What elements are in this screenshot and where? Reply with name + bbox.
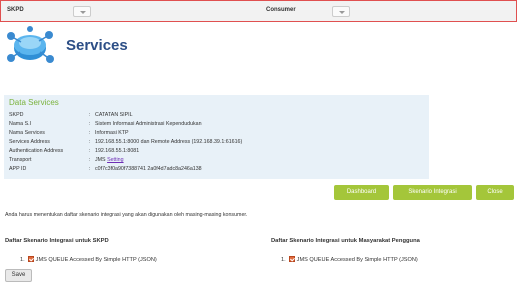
row-value: Sistem Informasi Administrasi Kependuduk… [95, 121, 202, 127]
consumer-select[interactable] [332, 6, 350, 17]
skpd-scenario-heading: Daftar Skenario Integrasi untuk SKPD [5, 238, 109, 244]
save-button[interactable]: Save [5, 269, 32, 282]
row-separator: : [89, 121, 91, 127]
masyarakat-scenario-item: 1. JMS QUEUE Accessed By Simple HTTP (JSO… [281, 256, 418, 263]
row-label: SKPD [9, 112, 24, 118]
item-label: JMS QUEUE Accessed By Simple HTTP (JSON) [296, 257, 418, 263]
row-separator: : [89, 130, 91, 136]
panel-title: Data Services [9, 98, 59, 107]
info-text: Anda harus menentukan daftar skenario in… [5, 212, 248, 218]
row-separator: : [89, 139, 91, 145]
row-label: APP ID [9, 166, 27, 172]
page-title: Services [66, 37, 128, 54]
network-services-icon [7, 26, 54, 63]
data-services-panel: Data Services SKPD : CATATAN SIPIL Nama … [4, 95, 429, 179]
row-label: Authentication Address [9, 148, 64, 154]
row-value: 192.168.55.1:8081 [95, 148, 140, 154]
row-separator: : [89, 148, 91, 154]
dashboard-button[interactable]: Dashboard [334, 185, 389, 200]
row-label: Services Address [9, 139, 50, 145]
row-value: JMS Setting [95, 157, 124, 163]
checkbox-checked[interactable] [27, 256, 34, 262]
skenario-integrasi-button[interactable]: Skenario Integrasi [393, 185, 472, 200]
skpd-select[interactable] [73, 6, 91, 17]
row-label: Nama S.I [9, 121, 32, 127]
filter-bar: SKPD Consumer [0, 0, 517, 22]
row-label: Transport [9, 157, 32, 163]
row-value: Informasi KTP [95, 130, 129, 136]
row-separator: : [89, 166, 91, 172]
skpd-filter-label: SKPD [7, 7, 24, 13]
consumer-filter-label: Consumer [266, 7, 296, 13]
close-button[interactable]: Close [476, 185, 514, 200]
row-value: CATATAN SIPIL [95, 112, 133, 118]
row-value: 192.168.55.1:8000 dan Remote Address (19… [95, 139, 243, 145]
transport-value: JMS [95, 157, 106, 163]
skpd-scenario-item: 1. JMS QUEUE Accessed By Simple HTTP (JSO… [20, 256, 157, 263]
item-number: 1. [281, 257, 286, 263]
row-label: Nama Services [9, 130, 45, 136]
row-value: c0f7c3f0a90f7388741 2a0f4d7adc8a246a138 [95, 166, 202, 172]
row-separator: : [89, 112, 91, 118]
setting-link[interactable]: Setting [107, 157, 124, 163]
item-label: JMS QUEUE Accessed By Simple HTTP (JSON) [35, 257, 157, 263]
checkbox-checked[interactable] [288, 256, 295, 262]
item-number: 1. [20, 257, 25, 263]
row-separator: : [89, 157, 91, 163]
masyarakat-scenario-heading: Daftar Skenario Integrasi untuk Masyarak… [271, 238, 420, 244]
